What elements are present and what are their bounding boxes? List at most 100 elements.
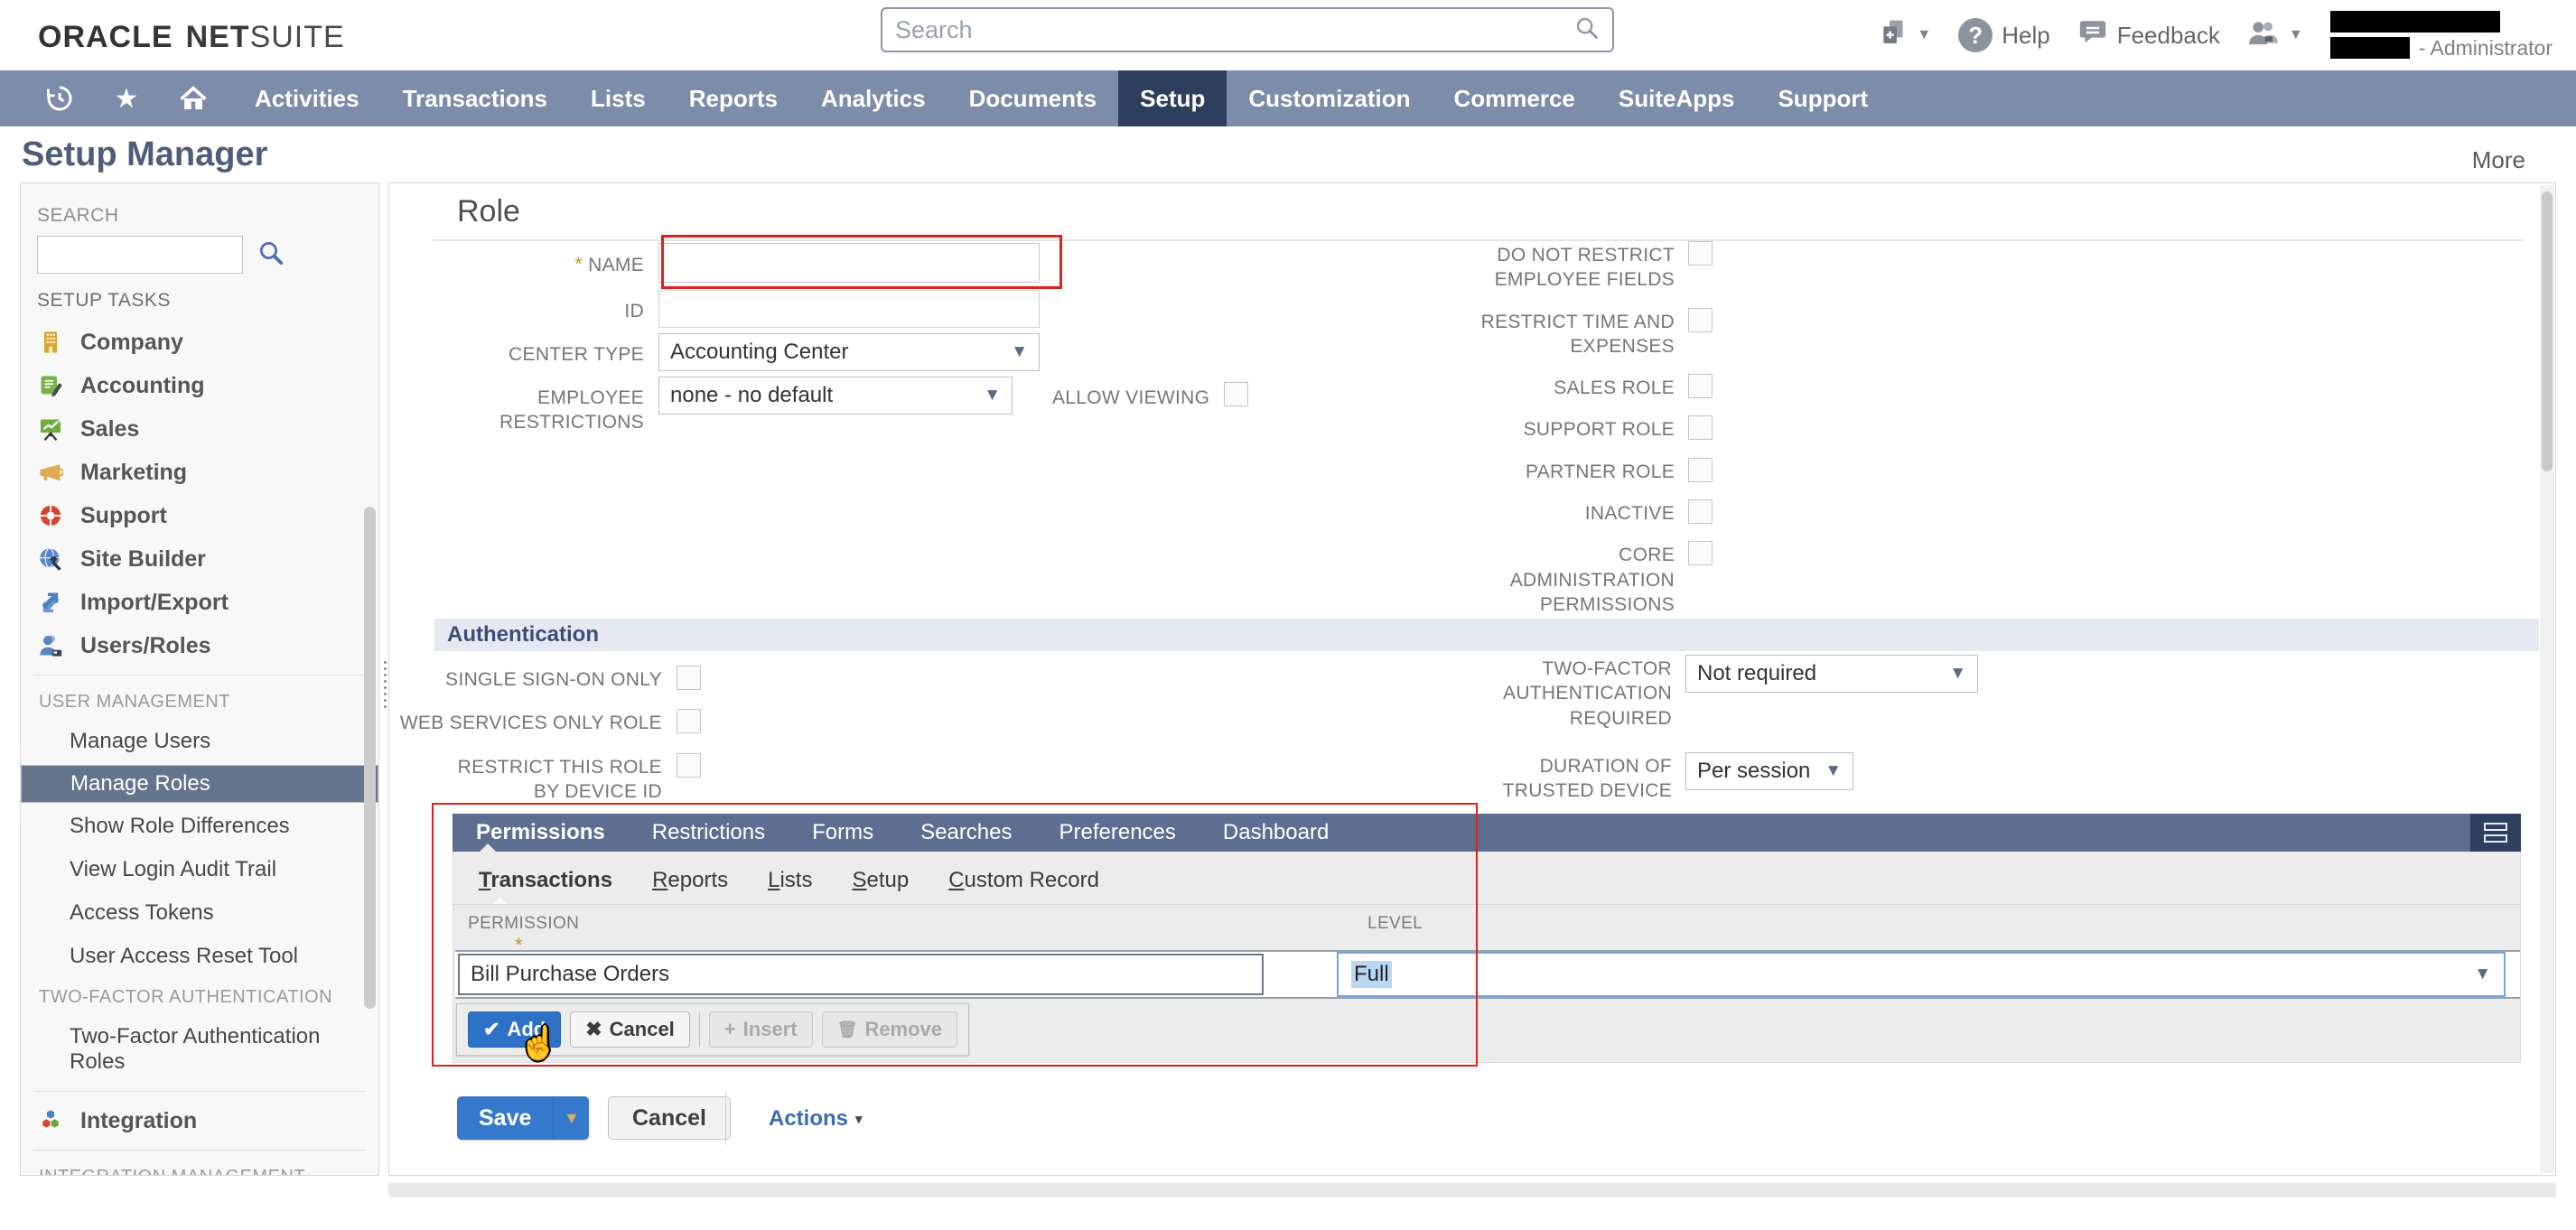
more-link[interactable]: More [2472, 146, 2525, 174]
single-sign-on-only-label: SINGLE SIGN-ON ONLY [393, 666, 662, 692]
insert-line-button[interactable]: + Insert [709, 1011, 813, 1048]
name-input[interactable] [658, 243, 1040, 283]
roles-menu[interactable]: ▼ [2247, 18, 2303, 53]
tab-searches[interactable]: Searches [897, 814, 1035, 852]
subtab-transactions[interactable]: Transactions [462, 864, 629, 904]
level-combobox[interactable]: Full ▼ [1337, 952, 2506, 997]
sidebar-item-support[interactable]: Support [33, 494, 366, 537]
cancel-button[interactable]: Cancel [608, 1096, 731, 1140]
sidebar-item-user-access-reset-tool[interactable]: User Access Reset Tool [33, 935, 366, 978]
add-line-button[interactable]: ✔ Add [468, 1011, 561, 1048]
sidebar-search-icon[interactable] [257, 239, 285, 271]
restrict-time-expenses-checkbox[interactable] [1688, 308, 1713, 332]
recent-records-icon[interactable] [33, 70, 87, 126]
save-button[interactable]: Save [457, 1096, 553, 1140]
permission-input[interactable] [458, 954, 1264, 995]
sales-role-label: SALES ROLE [1462, 374, 1675, 400]
sidebar-search-input[interactable] [37, 236, 243, 274]
stacked-rows-toggle-button[interactable] [2470, 814, 2521, 852]
nav-documents[interactable]: Documents [947, 70, 1119, 126]
subtab-custom-record[interactable]: Custom Record [932, 864, 1115, 904]
quick-add-menu[interactable]: ▼ [1879, 18, 1931, 53]
nav-analytics[interactable]: Analytics [799, 70, 947, 126]
tab-restrictions[interactable]: Restrictions [629, 814, 789, 852]
restrict-role-by-device-id-label: RESTRICT THIS ROLE BY DEVICE ID [445, 753, 662, 805]
divider [699, 1012, 700, 1047]
subtab-lists[interactable]: Lists [751, 864, 828, 904]
global-search-bar[interactable] [881, 7, 1614, 52]
sidebar-item-label: Site Builder [80, 546, 206, 573]
horizontal-scrollbar[interactable] [388, 1183, 2556, 1197]
nav-suiteapps[interactable]: SuiteApps [1597, 70, 1757, 126]
nav-transactions[interactable]: Transactions [381, 70, 569, 126]
inactive-label: INACTIVE [1462, 499, 1675, 526]
two-factor-authentication-select[interactable]: Not required ▼ [1685, 655, 1978, 693]
plus-icon: + [724, 1018, 736, 1041]
sidebar-item-show-role-differences[interactable]: Show Role Differences [33, 805, 366, 848]
actions-menu[interactable]: Actions ▾ [769, 1106, 863, 1132]
sidebar-item-sales[interactable]: Sales [33, 407, 366, 451]
support-role-label: SUPPORT ROLE [1462, 415, 1675, 442]
remove-line-button[interactable]: 🗑 Remove [822, 1011, 957, 1048]
sidebar-item-import-export[interactable]: Import/Export [33, 581, 366, 624]
subtab-setup[interactable]: Setup [835, 864, 925, 904]
page-title: Setup Manager [22, 135, 267, 174]
tab-permissions[interactable]: Permissions [453, 814, 629, 852]
sidebar-item-label: Users/Roles [80, 633, 211, 659]
global-search-input[interactable] [895, 16, 1574, 44]
save-menu-arrow[interactable]: ▼ [553, 1096, 589, 1140]
sidebar-scrollbar[interactable] [364, 507, 376, 1009]
center-type-select[interactable]: Accounting Center ▼ [658, 333, 1040, 371]
sidebar-item-users-roles[interactable]: Users/Roles [33, 624, 366, 667]
sidebar-item-integration[interactable]: Integration [33, 1099, 366, 1142]
two-factor-authentication-value: Not required [1697, 661, 1816, 686]
tab-dashboard[interactable]: Dashboard [1199, 814, 1352, 852]
sidebar-item-view-login-audit-trail[interactable]: View Login Audit Trail [33, 848, 366, 891]
nav-customization[interactable]: Customization [1227, 70, 1432, 126]
home-icon[interactable] [166, 70, 220, 126]
core-administration-permissions-checkbox[interactable] [1688, 541, 1713, 565]
tab-forms[interactable]: Forms [789, 814, 897, 852]
duration-of-trusted-device-select[interactable]: Per session ▼ [1685, 752, 1853, 790]
vertical-scrollbar-thumb[interactable] [2542, 191, 2553, 471]
sidebar-item-manage-roles[interactable]: Manage Roles [21, 765, 378, 803]
sidebar-item-marketing[interactable]: Marketing [33, 451, 366, 494]
help-menu[interactable]: ? Help [1958, 18, 2049, 52]
nav-commerce[interactable]: Commerce [1432, 70, 1596, 126]
search-icon[interactable] [1574, 15, 1600, 45]
redacted-company-name [2330, 11, 2500, 33]
cancel-line-button[interactable]: ✖ Cancel [570, 1011, 690, 1048]
inactive-checkbox[interactable] [1688, 499, 1713, 524]
id-input[interactable] [658, 290, 1040, 328]
restrict-role-by-device-id-checkbox[interactable] [677, 753, 701, 778]
web-services-only-role-label: WEB SERVICES ONLY ROLE [393, 709, 662, 735]
subtab-reports[interactable]: Reports [636, 864, 744, 904]
nav-reports[interactable]: Reports [667, 70, 799, 126]
allow-viewing-checkbox[interactable] [1224, 382, 1248, 406]
sidebar-item-two-factor-roles[interactable]: Two-Factor Authentication Roles [33, 1015, 366, 1084]
sidebar-item-manage-users[interactable]: Manage Users [33, 720, 366, 763]
nav-lists[interactable]: Lists [569, 70, 667, 126]
sidebar-item-access-tokens[interactable]: Access Tokens [33, 891, 366, 935]
sidebar-item-accounting[interactable]: Accounting [33, 364, 366, 407]
save-split-button[interactable]: Save ▼ [457, 1096, 589, 1140]
single-sign-on-only-checkbox[interactable] [677, 666, 701, 690]
stacked-rows-icon [2484, 823, 2507, 843]
do-not-restrict-employee-fields-checkbox[interactable] [1688, 241, 1713, 266]
nav-support[interactable]: Support [1756, 70, 1890, 126]
sidebar-item-site-builder[interactable]: Site Builder [33, 537, 366, 581]
partner-role-checkbox[interactable] [1688, 458, 1713, 482]
support-role-checkbox[interactable] [1688, 415, 1713, 440]
feedback-menu[interactable]: Feedback [2077, 17, 2220, 54]
chevron-down-icon: ▼ [2289, 27, 2303, 43]
employee-restrictions-select[interactable]: none - no default ▼ [658, 377, 1013, 415]
nav-setup[interactable]: Setup [1118, 70, 1227, 126]
sidebar-item-company[interactable]: Company [33, 321, 366, 364]
web-services-only-role-checkbox[interactable] [677, 709, 701, 733]
sales-role-checkbox[interactable] [1688, 374, 1713, 398]
shortcuts-star-icon[interactable]: ★ [99, 70, 154, 126]
divider [33, 1150, 366, 1151]
nav-activities[interactable]: Activities [233, 70, 381, 126]
tab-preferences[interactable]: Preferences [1036, 814, 1199, 852]
logo-suite-text: SUITE [250, 20, 345, 54]
